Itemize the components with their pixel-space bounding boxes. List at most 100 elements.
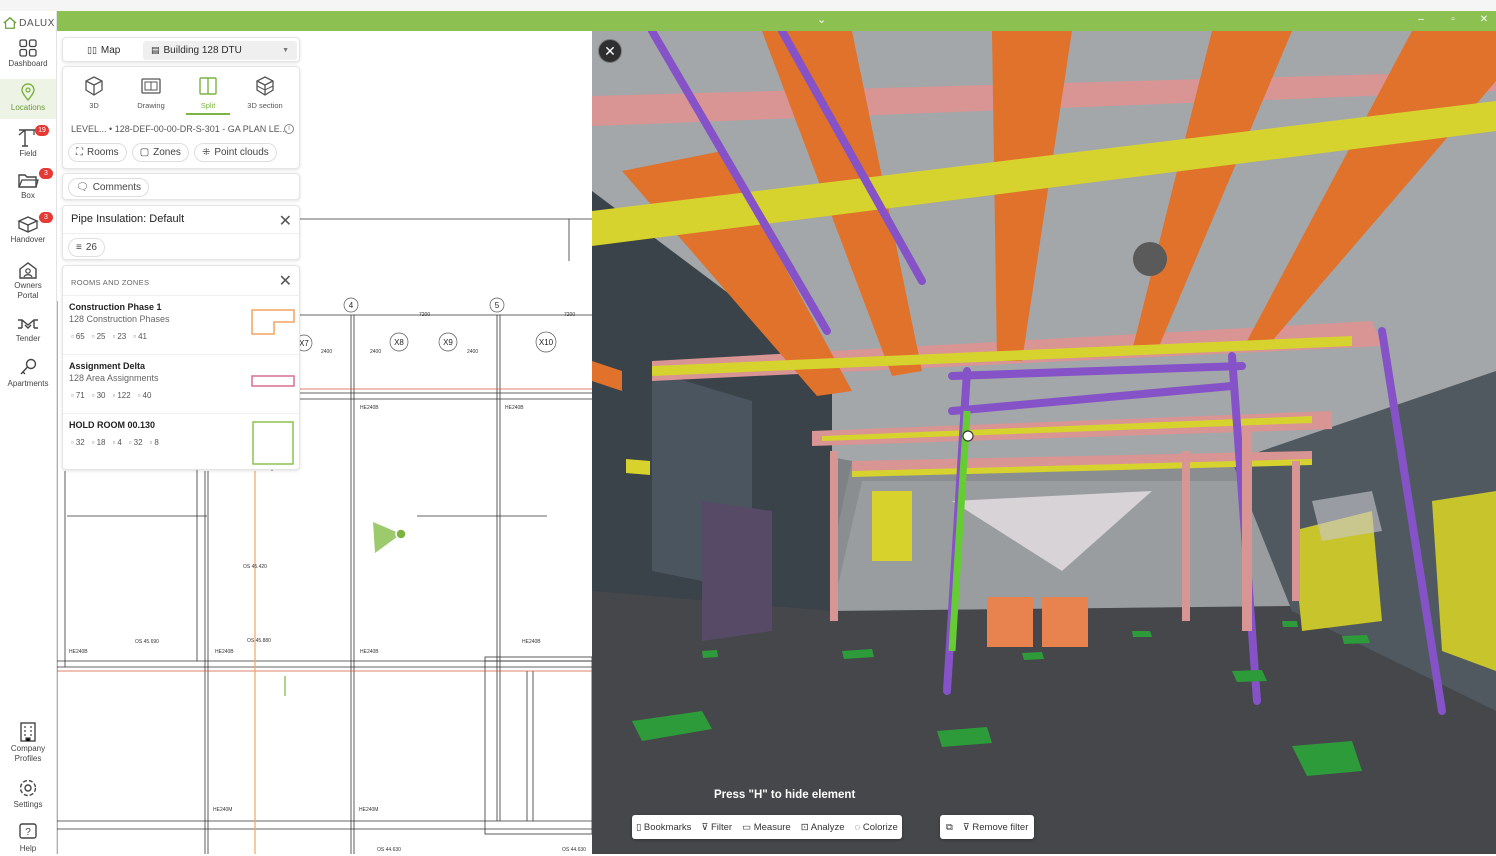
colorize-label: Colorize	[862, 821, 898, 833]
room-subtitle: 128 Area Assignments	[69, 373, 159, 383]
filter-button[interactable]: ⊽ Filter	[701, 822, 732, 833]
rail-item-field[interactable]: Field 19	[0, 125, 56, 161]
view-mode-3d-section[interactable]: 3D section	[237, 73, 293, 110]
stat-handover: 8	[150, 438, 158, 447]
measure-button[interactable]: ▭ Measure	[742, 822, 791, 833]
minimize-icon[interactable]: –	[1414, 14, 1428, 25]
rail-item-company-profiles[interactable]: Company Profiles	[0, 722, 56, 766]
rail-label: Company Profiles	[10, 744, 46, 763]
dropdown-arrow-icon: ▼	[282, 47, 289, 54]
camera-position-marker[interactable]	[395, 528, 407, 540]
zones-label: Zones	[153, 147, 181, 158]
room-shape-preview	[252, 421, 294, 465]
hide-element-hint: Press "H" to hide element	[714, 789, 856, 801]
room-name: Assignment Delta	[69, 361, 146, 371]
view-mode-label: 3D section	[247, 101, 283, 110]
analyze-button[interactable]: ⊡ Analyze	[801, 822, 845, 833]
rail-item-apartments[interactable]: Apartments	[0, 357, 56, 391]
house-logo-icon	[3, 16, 17, 29]
stat-tasks: 18	[92, 438, 106, 447]
level-drawing-selector[interactable]: LEVEL... • 128-DEF-00-00-DR-S-301 - GA P…	[71, 124, 287, 134]
svg-text:?: ?	[25, 827, 31, 838]
info-icon[interactable]: i	[284, 124, 294, 134]
building-selector[interactable]: ▤ Building 128 DTU ▼	[143, 41, 297, 60]
rail-label: Help	[19, 844, 37, 853]
room-stats: 71 30 122 40	[71, 391, 152, 400]
grid-label: 4	[349, 301, 354, 310]
rooms-chip[interactable]: ⛶ Rooms	[68, 143, 127, 162]
room-item[interactable]: HOLD ROOM 00.130 32 18 4 32 8	[63, 413, 301, 471]
remove-filter-button[interactable]: ⊽ Remove filter	[963, 822, 1029, 833]
view-mode-label: Drawing	[137, 101, 165, 110]
zones-chip[interactable]: ▢ Zones	[131, 143, 189, 162]
divider	[63, 233, 299, 234]
point-clouds-chip[interactable]: ⁜ Point clouds	[193, 143, 277, 162]
left-navigation-rail: DALUX Dashboard Locations Field 19 Box 3…	[0, 11, 57, 854]
top-strip	[0, 0, 1496, 11]
filter-actions-toolbar: ⧉ ⊽ Remove filter	[940, 815, 1035, 839]
view-mode-drawing[interactable]: Drawing	[123, 73, 179, 110]
stat-tasks: 65	[71, 332, 85, 341]
rail-item-tender[interactable]: Tender	[0, 316, 56, 350]
logo-text: DALUX	[18, 17, 55, 29]
isolate-button[interactable]: ⧉	[946, 822, 953, 833]
level-annotation: OS 45.880	[247, 638, 271, 644]
filter-title: Pipe Insulation: Default	[71, 213, 185, 225]
rail-label: Tender	[15, 334, 41, 343]
3d-toolbar: ▯ Bookmarks ⊽ Filter ▭ Measure ⊡ Analyze…	[632, 815, 902, 839]
notification-badge: 19	[35, 125, 49, 136]
help-icon: ?	[19, 823, 37, 839]
level-annotation: OS 45.690	[135, 639, 159, 645]
rail-item-settings[interactable]: Settings	[0, 778, 56, 812]
comments-label: Comments	[92, 182, 142, 193]
stat-checklists: 32	[129, 438, 143, 447]
isolate-icon: ⧉	[946, 821, 953, 833]
building-icon	[20, 722, 36, 742]
view-mode-3d[interactable]: 3D	[66, 73, 122, 110]
cube-icon	[85, 76, 103, 96]
rail-item-help[interactable]: ? Help	[0, 822, 56, 856]
selected-element-marker[interactable]	[962, 430, 974, 442]
rail-item-box[interactable]: Box 3	[0, 168, 56, 205]
close-3d-view-button[interactable]: ✕	[598, 39, 622, 63]
dimension-annotation: 7200	[564, 312, 575, 318]
3d-model-view[interactable]: ✕ Press "H" to hide element ▯ Bookmarks …	[592, 31, 1496, 854]
filter-panel: Pipe Insulation: Default ✕ ≡ 26	[62, 205, 300, 260]
comments-chip[interactable]: 🗨 Comments	[68, 178, 150, 197]
palette-icon: ◌	[854, 821, 863, 833]
map-tab[interactable]: ▯▯ Map	[79, 41, 128, 60]
stat-checklists: 122	[113, 391, 130, 400]
element-count-chip[interactable]: ≡ 26	[68, 238, 105, 257]
stat-documents: 4	[113, 438, 121, 447]
dalux-logo[interactable]: DALUX	[3, 14, 55, 32]
room-subtitle: 128 Construction Phases	[69, 314, 170, 324]
grid-label: X10	[539, 338, 554, 347]
room-name: Construction Phase 1	[69, 302, 162, 312]
dashboard-icon	[19, 39, 37, 57]
close-window-icon[interactable]: ✕	[1477, 14, 1491, 25]
remove-filter-label: Remove filter	[972, 821, 1029, 833]
room-item[interactable]: Assignment Delta 128 Area Assignments 71…	[63, 354, 301, 413]
rooms-label: Rooms	[87, 147, 119, 158]
comment-icon: 🗨	[76, 182, 89, 193]
rail-item-handover[interactable]: Handover 3	[0, 212, 56, 249]
rail-label: Owners Portal	[14, 281, 42, 300]
rail-item-dashboard[interactable]: Dashboard	[0, 39, 56, 73]
beam-annotation: HE240M	[359, 807, 378, 813]
close-icon[interactable]: ✕	[279, 211, 292, 231]
bookmarks-button[interactable]: ▯ Bookmarks	[636, 822, 691, 833]
room-item[interactable]: Construction Phase 1 128 Construction Ph…	[63, 295, 301, 354]
rail-item-owners-portal[interactable]: Owners Portal	[0, 261, 56, 301]
close-icon[interactable]: ✕	[279, 271, 292, 291]
location-pin-icon	[21, 83, 35, 101]
chevron-down-icon[interactable]: ⌄	[817, 13, 826, 26]
stat-checklists: 23	[113, 332, 126, 341]
colorize-button[interactable]: ◌ Colorize	[855, 822, 898, 833]
building-icon: ▤	[151, 45, 160, 55]
notification-badge: 3	[39, 168, 53, 179]
beam-annotation: HE240B	[505, 405, 524, 411]
level-annotation: OS 44.630	[562, 847, 586, 853]
view-mode-split[interactable]: Split	[180, 73, 236, 115]
rail-item-locations[interactable]: Locations	[0, 79, 56, 119]
restore-icon[interactable]: ▫	[1446, 14, 1460, 25]
